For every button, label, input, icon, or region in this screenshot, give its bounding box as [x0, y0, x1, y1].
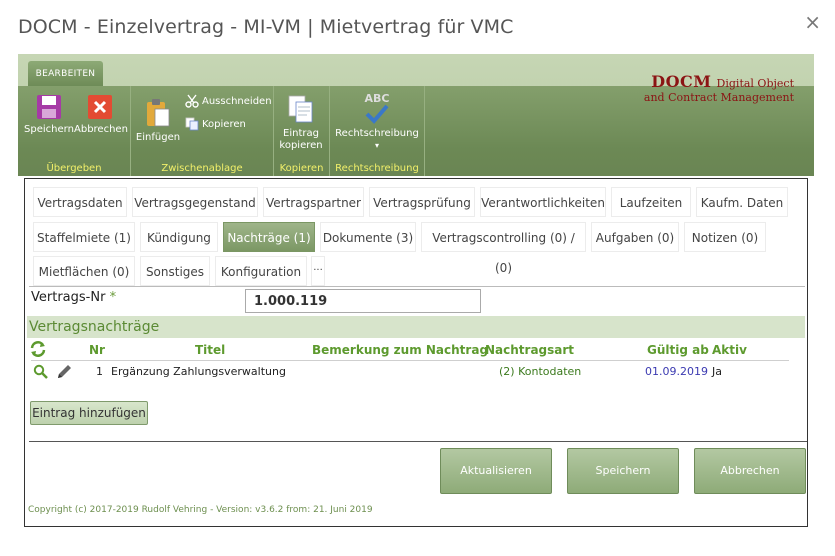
tab-vertragsdaten[interactable]: Vertragsdaten [33, 187, 127, 217]
entry-copy-label-1: Eintrag [283, 128, 319, 139]
document-copy-icon [288, 95, 313, 123]
group-label-zwischenablage: Zwischenablage [161, 163, 243, 174]
column-aktiv: Aktiv [712, 343, 747, 357]
cut-label: Ausschneiden [202, 96, 272, 107]
tab-sonstiges[interactable]: Sonstiges [140, 256, 210, 286]
spelling-button[interactable]: ABC Rechtschreibung ▾ [334, 92, 420, 152]
paste-label: Einfügen [135, 132, 181, 143]
logo-contract-management: and Contract Management [643, 91, 794, 104]
pencil-icon[interactable] [56, 364, 72, 380]
save-ribbon-label: Speichern [24, 124, 74, 135]
vertrags-nr-label: Vertrags-Nr * [31, 290, 116, 305]
column-nachtragsart: Nachtragsart [485, 343, 575, 357]
tab-more[interactable]: ... [311, 256, 325, 286]
table-header-line [31, 360, 789, 361]
section-title-vertragsnachtraege: Vertragsnachträge [27, 316, 805, 338]
cancel-button[interactable]: Abbrechen [694, 448, 806, 494]
abc-text: ABC [364, 92, 390, 105]
required-mark: * [109, 290, 117, 305]
column-nr: Nr [89, 343, 105, 357]
save-icon [37, 95, 61, 119]
copy-button[interactable]: Kopieren [185, 117, 246, 131]
cell-gueltig-ab: 01.09.2019 [645, 365, 708, 378]
ribbon-tab-bearbeiten[interactable]: BEARBEITEN [28, 61, 103, 86]
ribbon-group-kopieren: Eintrag kopieren Kopieren [274, 86, 330, 176]
refresh-button[interactable]: Aktualisieren [440, 448, 552, 494]
tab-notizen[interactable]: Notizen (0) [684, 222, 766, 252]
tab-vertragsgegenstand[interactable]: Vertragsgegenstand [132, 187, 258, 217]
cancel-ribbon-label: Abbrechen [74, 124, 128, 135]
save-ribbon-button[interactable]: Speichern [24, 94, 74, 136]
copyright-text: Copyright (c) 2017-2019 Rudolf Vehring -… [28, 505, 373, 515]
group-label-rechtschreibung: Rechtschreibung [335, 163, 419, 174]
tab-dokumente[interactable]: Dokumente (3) [320, 222, 416, 252]
tab-konfiguration[interactable]: Konfiguration [215, 256, 307, 286]
tab-vertragscontrolling[interactable]: Vertragscontrolling (0) / (0) [421, 222, 586, 275]
ribbon-group-rechtschreibung: ABC Rechtschreibung ▾ Rechtschreibung [330, 86, 425, 176]
column-bemerkung: Bemerkung zum Nachtrag [312, 343, 489, 357]
vertrags-nr-label-text: Vertrags-Nr [31, 290, 106, 305]
magnifier-icon[interactable] [33, 364, 48, 379]
tab-mietflaechen[interactable]: Mietflächen (0) [33, 256, 135, 286]
cancel-ribbon-button[interactable]: Abbrechen [74, 94, 128, 136]
tab-vertragspruefung[interactable]: Vertragsprüfung [369, 187, 475, 217]
cell-nr: 1 [96, 365, 103, 378]
checkmark-icon [365, 104, 389, 124]
tab-nachtraege[interactable]: Nachträge (1) [223, 222, 315, 252]
cell-titel: Ergänzung Zahlungsverwaltung [111, 365, 286, 378]
refresh-icon[interactable] [29, 341, 47, 357]
tabs-divider [29, 286, 805, 287]
dialog-title: DOCM - Einzelvertrag - MI-VM | Mietvertr… [18, 16, 514, 38]
group-label-kopieren: Kopieren [279, 163, 324, 174]
bottom-divider [29, 441, 807, 442]
paste-icon [147, 99, 170, 127]
ribbon: BEARBEITEN Speichern Abbrechen Übergeben [18, 54, 814, 176]
cancel-icon [88, 95, 112, 119]
entry-copy-label-2: kopieren [279, 140, 323, 151]
cell-aktiv: Ja [712, 365, 722, 378]
docm-logo: DOCM Digital Object and Contract Managem… [644, 72, 794, 104]
cell-nachtragsart: (2) Kontodaten [499, 365, 582, 378]
chevron-down-icon[interactable]: ▾ [375, 141, 379, 150]
ribbon-group-zwischenablage: Einfügen Ausschneiden Kopieren Zwischena… [131, 86, 274, 176]
scissors-icon [185, 94, 199, 108]
copy-label: Kopieren [202, 119, 246, 130]
cut-button[interactable]: Ausschneiden [185, 94, 272, 108]
paste-button[interactable]: Einfügen [135, 98, 181, 144]
tab-staffelmiete[interactable]: Staffelmiete (1) [33, 222, 135, 252]
copy-icon [185, 117, 199, 131]
column-titel: Titel [195, 343, 226, 357]
spelling-label: Rechtschreibung [335, 128, 419, 139]
tab-laufzeiten[interactable]: Laufzeiten [611, 187, 691, 217]
logo-digital-object: Digital Object [716, 77, 794, 90]
logo-docm: DOCM [651, 72, 712, 91]
entry-copy-button[interactable]: Eintrag kopieren [278, 94, 324, 152]
close-icon[interactable]: × [804, 10, 821, 34]
tab-aufgaben[interactable]: Aufgaben (0) [591, 222, 679, 252]
tab-kuendigung[interactable]: Kündigung [140, 222, 218, 252]
tab-verantwortlichkeiten[interactable]: Verantwortlichkeiten [480, 187, 606, 217]
add-entry-button[interactable]: Eintrag hinzufügen [30, 401, 148, 425]
ribbon-group-uebergeben: Speichern Abbrechen Übergeben [18, 86, 131, 176]
save-button[interactable]: Speichern [567, 448, 679, 494]
column-gueltig-ab: Gültig ab [647, 343, 709, 357]
tab-kaufm-daten[interactable]: Kaufm. Daten [696, 187, 788, 217]
tab-vertragspartner[interactable]: Vertragspartner [263, 187, 364, 217]
main-panel: Vertragsdaten Vertragsgegenstand Vertrag… [24, 178, 808, 527]
group-label-uebergeben: Übergeben [46, 163, 102, 174]
vertrags-nr-field[interactable] [245, 289, 481, 313]
